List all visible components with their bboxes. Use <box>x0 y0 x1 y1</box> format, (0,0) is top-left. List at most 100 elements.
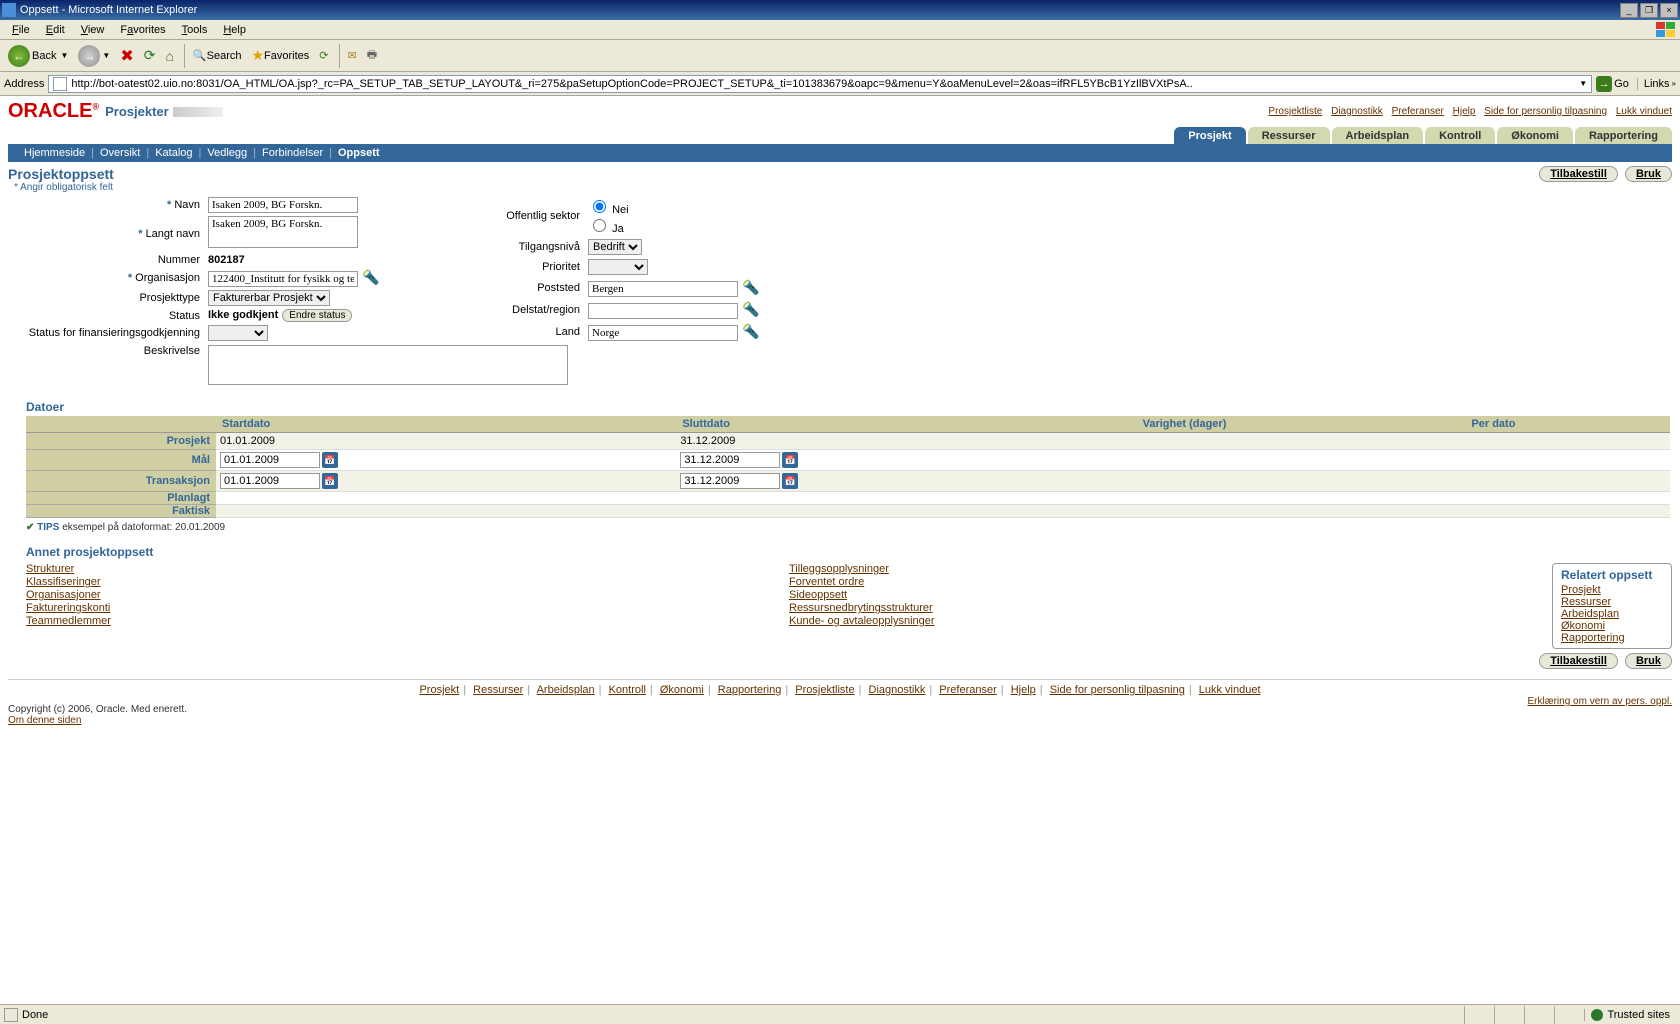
fnav-rapportering[interactable]: Rapportering <box>718 684 782 696</box>
link-personlig-tilpasning[interactable]: Side for personlig tilpasning <box>1484 106 1607 117</box>
link-strukturer[interactable]: Strukturer <box>26 563 789 575</box>
links-button[interactable]: Links <box>1637 78 1670 90</box>
select-tilgang[interactable]: Bedrift <box>588 239 642 255</box>
link-faktureringskonti[interactable]: Faktureringskonti <box>26 602 789 614</box>
about-page-link[interactable]: Om denne siden <box>8 715 81 726</box>
link-sideoppsett[interactable]: Sideoppsett <box>789 589 1552 601</box>
textarea-langt-navn[interactable]: Isaken 2009, BG Forskn. <box>208 216 358 248</box>
tab-rapportering[interactable]: Rapportering <box>1575 127 1672 144</box>
privacy-link[interactable]: Erklæring om vern av pers. oppl. <box>1527 696 1672 707</box>
bruk-button-top[interactable]: Bruk <box>1625 166 1672 182</box>
tab-ressurser[interactable]: Ressurser <box>1248 127 1330 144</box>
related-okonomi[interactable]: Økonomi <box>1561 620 1663 632</box>
fnav-kontroll[interactable]: Kontroll <box>609 684 646 696</box>
lov-land-icon[interactable]: 🔦 <box>742 323 759 339</box>
related-arbeidsplan[interactable]: Arbeidsplan <box>1561 608 1663 620</box>
subnav-oppsett[interactable]: Oppsett <box>332 147 386 159</box>
menu-edit[interactable]: Edit <box>38 22 73 38</box>
menu-tools[interactable]: Tools <box>174 22 216 38</box>
select-prioritet[interactable] <box>588 259 648 275</box>
related-ressurser[interactable]: Ressurser <box>1561 596 1663 608</box>
mail-button[interactable]: ✉ <box>344 47 361 64</box>
go-button[interactable]: →Go <box>1596 76 1629 92</box>
lov-poststed-icon[interactable]: 🔦 <box>742 279 759 295</box>
calendar-icon[interactable]: 📅 <box>322 452 338 468</box>
back-button[interactable]: ←Back ▼ <box>4 43 72 69</box>
home-button[interactable]: ⌂ <box>161 46 177 66</box>
link-organisasjoner[interactable]: Organisasjoner <box>26 589 789 601</box>
tab-okonomi[interactable]: Økonomi <box>1497 127 1573 144</box>
input-mal-slutt[interactable] <box>680 452 780 468</box>
tilbakestill-button-bottom[interactable]: Tilbakestill <box>1539 653 1618 669</box>
link-preferanser[interactable]: Preferanser <box>1392 106 1444 117</box>
fnav-lukk[interactable]: Lukk vinduet <box>1199 684 1261 696</box>
search-button[interactable]: 🔍Search <box>189 47 246 64</box>
fnav-preferanser[interactable]: Preferanser <box>939 684 996 696</box>
input-mal-start[interactable] <box>220 452 320 468</box>
link-teammedlemmer[interactable]: Teammedlemmer <box>26 615 789 627</box>
lov-delstat-icon[interactable]: 🔦 <box>742 301 759 317</box>
url-input[interactable]: http://bot-oatest02.uio.no:8031/OA_HTML/… <box>48 75 1592 93</box>
restore-button[interactable]: ❐ <box>1640 3 1658 18</box>
close-window-button[interactable]: × <box>1660 3 1678 18</box>
link-ressursnedbryting[interactable]: Ressursnedbrytingsstrukturer <box>789 602 1552 614</box>
fnav-okonomi[interactable]: Økonomi <box>660 684 704 696</box>
related-rapportering[interactable]: Rapportering <box>1561 632 1663 644</box>
bruk-button-bottom[interactable]: Bruk <box>1625 653 1672 669</box>
forward-button[interactable]: →▼ <box>74 43 114 69</box>
tab-prosjekt[interactable]: Prosjekt <box>1174 127 1245 144</box>
print-button[interactable]: 🖶 <box>363 44 381 67</box>
tilbakestill-button-top[interactable]: Tilbakestill <box>1539 166 1618 182</box>
fnav-diagnostikk[interactable]: Diagnostikk <box>869 684 926 696</box>
link-klassifiseringer[interactable]: Klassifiseringer <box>26 576 789 588</box>
input-poststed[interactable] <box>588 281 738 297</box>
subnav-vedlegg[interactable]: Vedlegg <box>201 147 253 159</box>
link-prosjektliste[interactable]: Prosjektliste <box>1268 106 1322 117</box>
calendar-icon[interactable]: 📅 <box>782 473 798 489</box>
radio-ja-label[interactable]: Ja <box>588 223 624 235</box>
calendar-icon[interactable]: 📅 <box>322 473 338 489</box>
textarea-beskrivelse[interactable] <box>208 345 568 385</box>
refresh-button[interactable]: ⟳ <box>140 45 160 66</box>
related-prosjekt[interactable]: Prosjekt <box>1561 584 1663 596</box>
menu-file[interactable]: File <box>4 22 38 38</box>
lov-organisasjon-icon[interactable]: 🔦 <box>362 269 379 285</box>
menu-help[interactable]: Help <box>215 22 254 38</box>
link-tilleggsopplysninger[interactable]: Tilleggsopplysninger <box>789 563 1552 575</box>
link-kunde-avtale[interactable]: Kunde- og avtaleopplysninger <box>789 615 1552 627</box>
select-fin-status[interactable] <box>208 325 268 341</box>
calendar-icon[interactable]: 📅 <box>782 452 798 468</box>
endre-status-button[interactable]: Endre status <box>282 309 352 322</box>
radio-nei-label[interactable]: Nei <box>588 204 629 216</box>
link-diagnostikk[interactable]: Diagnostikk <box>1331 106 1383 117</box>
radio-ja[interactable] <box>593 219 606 232</box>
fnav-ressurser[interactable]: Ressurser <box>473 684 523 696</box>
fnav-personlig[interactable]: Side for personlig tilpasning <box>1050 684 1185 696</box>
favorites-button[interactable]: ★Favorites <box>247 45 313 66</box>
back-dropdown-icon[interactable]: ▼ <box>60 51 68 60</box>
input-trans-start[interactable] <box>220 473 320 489</box>
subnav-katalog[interactable]: Katalog <box>149 147 198 159</box>
menu-favorites[interactable]: Favorites <box>112 22 173 38</box>
tab-kontroll[interactable]: Kontroll <box>1425 127 1495 144</box>
select-prosjekttype[interactable]: Fakturerbar Prosjekt <box>208 290 330 306</box>
fnav-prosjektliste[interactable]: Prosjektliste <box>795 684 854 696</box>
input-trans-slutt[interactable] <box>680 473 780 489</box>
input-organisasjon[interactable] <box>208 271 358 287</box>
link-hjelp[interactable]: Hjelp <box>1453 106 1476 117</box>
input-delstat[interactable] <box>588 303 738 319</box>
subnav-hjemmeside[interactable]: Hjemmeside <box>18 147 91 159</box>
subnav-forbindelser[interactable]: Forbindelser <box>256 147 329 159</box>
menu-view[interactable]: View <box>73 22 113 38</box>
link-lukk-vinduet[interactable]: Lukk vinduet <box>1616 106 1672 117</box>
fnav-arbeidsplan[interactable]: Arbeidsplan <box>537 684 595 696</box>
url-dropdown-icon[interactable]: ▼ <box>1579 79 1587 88</box>
fnav-prosjekt[interactable]: Prosjekt <box>419 684 459 696</box>
subnav-oversikt[interactable]: Oversikt <box>94 147 146 159</box>
radio-nei[interactable] <box>593 200 606 213</box>
forward-dropdown-icon[interactable]: ▼ <box>102 51 110 60</box>
minimize-button[interactable]: _ <box>1620 3 1638 18</box>
stop-button[interactable]: ✖ <box>116 44 137 68</box>
input-land[interactable] <box>588 325 738 341</box>
input-navn[interactable] <box>208 197 358 213</box>
